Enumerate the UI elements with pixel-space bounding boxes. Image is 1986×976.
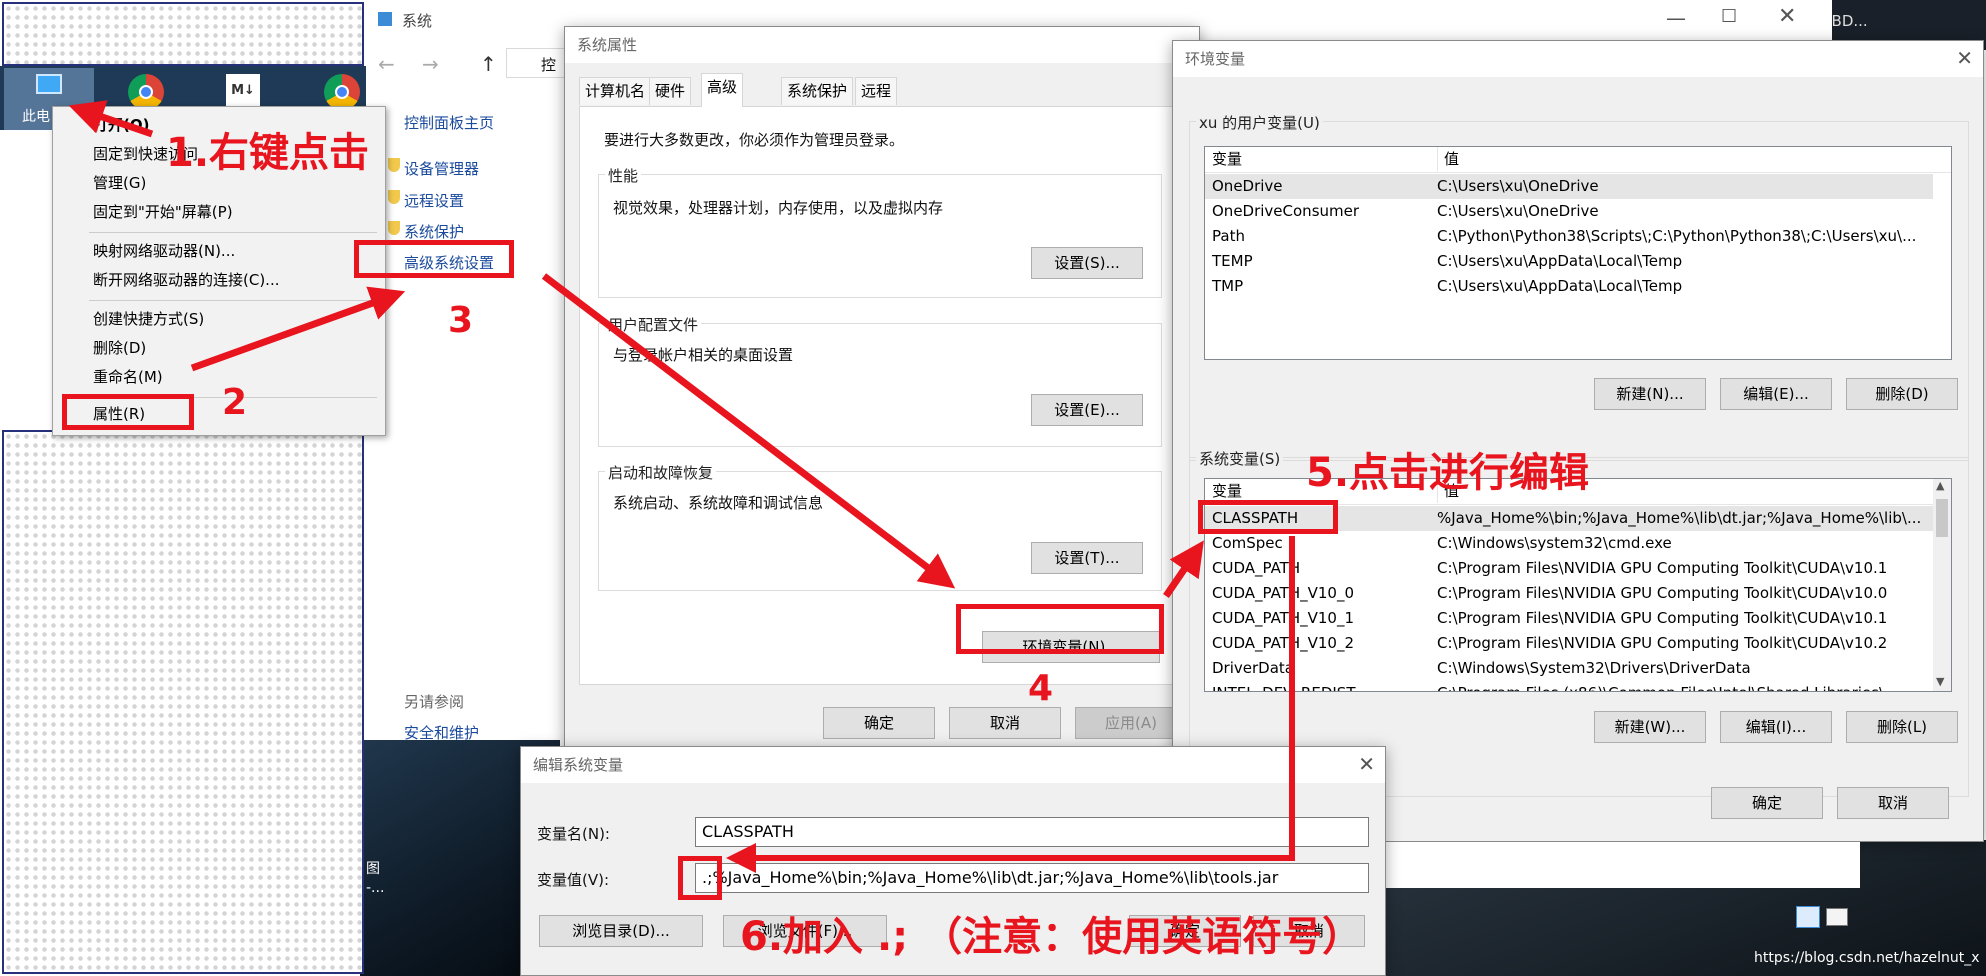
step3-text: 3	[448, 300, 474, 341]
step2-text: 2	[222, 382, 248, 423]
step1-text: 1.右键点击	[166, 130, 370, 176]
arrow-step3	[541, 273, 956, 589]
arrow-step2	[190, 286, 406, 372]
step4-text: 4	[1028, 668, 1054, 709]
step6-text: 6.加入 .; （注意：使用英语符号）	[740, 914, 1363, 960]
arrow-step1	[68, 100, 154, 138]
arrow-step6	[726, 536, 1295, 873]
step5-text: 5.点击进行编辑	[1306, 450, 1590, 496]
arrow-step5	[1163, 540, 1204, 598]
watermark: https://blog.csdn.net/hazelnut_x	[1754, 950, 1980, 966]
